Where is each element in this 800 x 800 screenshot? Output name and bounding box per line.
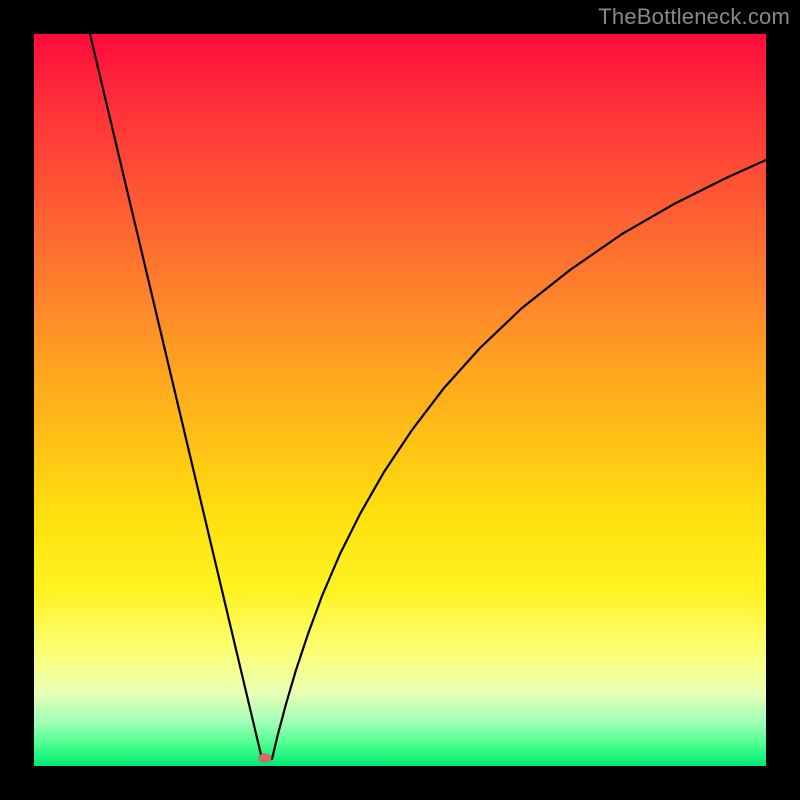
curve-right-branch [272, 160, 766, 759]
chart-frame: TheBottleneck.com [0, 0, 800, 800]
curve-left-branch [90, 34, 262, 759]
watermark-text: TheBottleneck.com [598, 4, 790, 30]
optimal-point-marker [259, 754, 272, 763]
plot-area [34, 34, 766, 766]
curve-layer [34, 34, 766, 766]
